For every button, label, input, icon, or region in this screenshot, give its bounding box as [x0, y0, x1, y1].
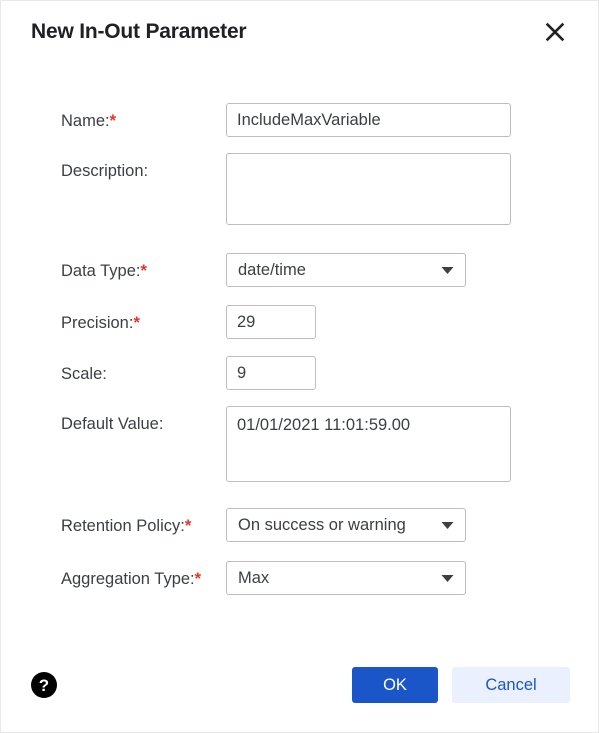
cancel-button[interactable]: Cancel: [452, 667, 570, 703]
dialog-body: Name:* Description: Data Type:* date/tim…: [1, 63, 598, 648]
close-button[interactable]: [538, 15, 572, 49]
field-row-aggregation-type: Aggregation Type:* Max: [31, 561, 568, 595]
retention-policy-label: Retention Policy:*: [31, 508, 226, 541]
scale-input[interactable]: [226, 356, 316, 390]
retention-policy-control: On success or warning: [226, 508, 466, 542]
ok-button[interactable]: OK: [352, 667, 438, 703]
description-textarea[interactable]: [226, 153, 511, 225]
name-label: Name:*: [31, 103, 226, 136]
aggregation-type-required-asterisk: *: [194, 570, 202, 588]
data-type-selected-value: date/time: [238, 261, 306, 279]
name-label-text: Name:: [61, 112, 110, 130]
name-control: [226, 103, 511, 137]
description-label-text: Description:: [61, 162, 149, 180]
data-type-control: date/time: [226, 253, 466, 287]
new-in-out-parameter-dialog: New In-Out Parameter Name:* Description:…: [0, 0, 599, 733]
field-row-retention-policy: Retention Policy:* On success or warning: [31, 508, 568, 542]
default-value-control: [226, 406, 511, 487]
retention-policy-selected-value: On success or warning: [238, 516, 406, 534]
name-required-asterisk: *: [109, 112, 117, 130]
field-row-scale: Scale:: [31, 356, 568, 390]
aggregation-type-label-text: Aggregation Type:: [61, 570, 195, 588]
aggregation-type-label: Aggregation Type:*: [31, 561, 226, 594]
default-value-label: Default Value:: [31, 406, 226, 439]
retention-policy-required-asterisk: *: [184, 517, 192, 535]
page-title: New In-Out Parameter: [31, 20, 247, 44]
field-row-default-value: Default Value:: [31, 406, 568, 487]
aggregation-type-selected-value: Max: [238, 569, 270, 587]
scale-control: [226, 356, 316, 390]
precision-input[interactable]: [226, 305, 316, 339]
precision-label: Precision:*: [31, 305, 226, 338]
field-row-precision: Precision:*: [31, 305, 568, 339]
help-icon[interactable]: ?: [31, 672, 57, 698]
aggregation-type-control: Max: [226, 561, 466, 595]
field-row-data-type: Data Type:* date/time: [31, 253, 568, 287]
description-control: [226, 153, 511, 230]
chevron-down-icon: [435, 521, 465, 530]
default-value-label-text: Default Value:: [61, 415, 164, 433]
description-label: Description:: [31, 153, 226, 186]
data-type-label-text: Data Type:: [61, 262, 141, 280]
default-value-textarea[interactable]: [226, 406, 511, 482]
dialog-footer: ? OK Cancel: [1, 648, 598, 732]
chevron-down-icon: [435, 574, 465, 583]
data-type-select[interactable]: date/time: [226, 253, 466, 287]
close-icon: [544, 21, 566, 43]
data-type-label: Data Type:*: [31, 253, 226, 286]
data-type-required-asterisk: *: [140, 262, 147, 280]
scale-label: Scale:: [31, 356, 226, 389]
name-input[interactable]: [226, 103, 511, 137]
retention-policy-select[interactable]: On success or warning: [226, 508, 466, 542]
retention-policy-label-text: Retention Policy:: [61, 517, 185, 535]
precision-required-asterisk: *: [133, 314, 140, 332]
field-row-description: Description:: [31, 153, 568, 230]
scale-label-text: Scale:: [61, 365, 107, 383]
precision-label-text: Precision:: [61, 314, 134, 332]
dialog-header: New In-Out Parameter: [1, 1, 598, 63]
aggregation-type-select[interactable]: Max: [226, 561, 466, 595]
precision-control: [226, 305, 316, 339]
chevron-down-icon: [435, 266, 465, 275]
field-row-name: Name:*: [31, 103, 568, 137]
